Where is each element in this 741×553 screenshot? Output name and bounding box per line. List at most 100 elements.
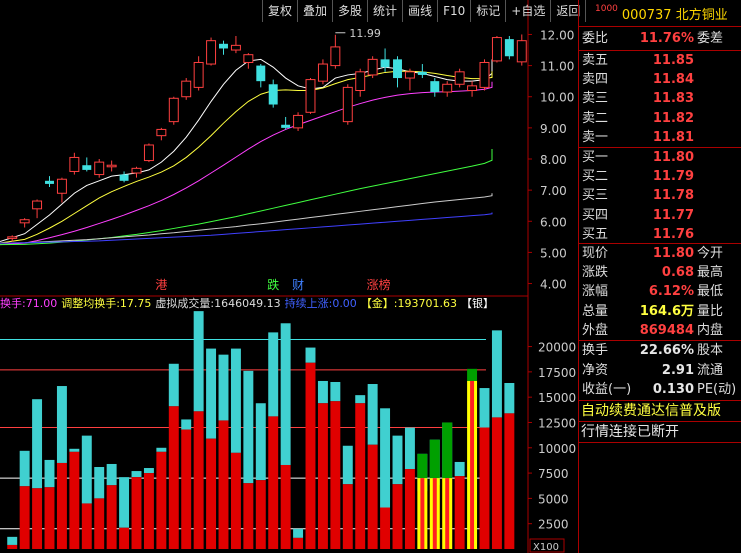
- auto-renew-notice[interactable]: 自动续费通达信普及版: [581, 401, 721, 421]
- overlay-button[interactable]: 叠加: [297, 0, 332, 22]
- volume-bar[interactable]: [156, 451, 167, 549]
- candle[interactable]: [106, 164, 117, 168]
- volume-bar[interactable]: [218, 420, 229, 549]
- volume-bar[interactable]: [454, 476, 465, 549]
- candle[interactable]: [380, 59, 390, 68]
- statistics-button[interactable]: 统计: [367, 0, 402, 22]
- stat-row-4-label: 外盘: [582, 322, 609, 338]
- candle[interactable]: [230, 44, 241, 51]
- volume-bar[interactable]: [230, 452, 241, 549]
- candle[interactable]: [355, 71, 366, 92]
- candle[interactable]: [516, 40, 527, 63]
- volume-bar[interactable]: [193, 411, 204, 549]
- candle[interactable]: [156, 128, 167, 137]
- volume-bar[interactable]: [479, 427, 490, 549]
- candle[interactable]: [219, 43, 228, 49]
- volume-bar[interactable]: [504, 413, 515, 549]
- candle[interactable]: [45, 180, 54, 184]
- candle[interactable]: [342, 86, 353, 123]
- volume-bar[interactable]: [268, 416, 279, 549]
- event-marker[interactable]: 财: [292, 278, 304, 292]
- volume-bar[interactable]: [392, 484, 403, 549]
- candle[interactable]: [119, 174, 129, 181]
- volume-bar[interactable]: [317, 403, 328, 549]
- volume-bar[interactable]: [404, 469, 415, 549]
- candle[interactable]: [243, 54, 254, 63]
- candle[interactable]: [442, 83, 453, 93]
- volume-bar[interactable]: [119, 527, 130, 549]
- candle[interactable]: [479, 61, 490, 88]
- volume-bar[interactable]: [44, 487, 55, 549]
- volume-bar[interactable]: [206, 438, 217, 549]
- candle[interactable]: [69, 156, 80, 172]
- draw-line-button[interactable]: 画线: [402, 0, 437, 22]
- candle[interactable]: [193, 61, 204, 88]
- volume-bar[interactable]: [367, 444, 378, 549]
- event-marker[interactable]: 跌: [267, 277, 279, 292]
- volume-bar[interactable]: [293, 537, 304, 549]
- candle[interactable]: [454, 71, 465, 85]
- candle[interactable]: [256, 65, 266, 82]
- buy-level-3-value: 11.78: [652, 188, 694, 204]
- candle[interactable]: [181, 80, 192, 98]
- stat2-row-2: 收益(一) 0.130 PE(动): [579, 380, 741, 400]
- candle[interactable]: [491, 37, 502, 62]
- volume-bar[interactable]: [7, 544, 18, 549]
- volume-bar[interactable]: [491, 417, 502, 549]
- candle[interactable]: [32, 200, 43, 210]
- volume-bar[interactable]: [56, 462, 67, 549]
- candle[interactable]: [19, 219, 30, 224]
- volume-bar[interactable]: [19, 486, 30, 549]
- mark-button[interactable]: 标记: [470, 0, 505, 22]
- event-marker[interactable]: 涨榜: [367, 277, 391, 292]
- volume-tick-label: 2500: [538, 518, 569, 532]
- candle[interactable]: [305, 79, 316, 113]
- multi-stock-button[interactable]: 多股: [332, 0, 367, 22]
- volume-bar[interactable]: [131, 477, 142, 549]
- volume-bar[interactable]: [355, 403, 366, 549]
- candle[interactable]: [56, 178, 67, 194]
- volume-bar[interactable]: [81, 503, 92, 549]
- candle[interactable]: [206, 40, 217, 65]
- volume-bar[interactable]: [280, 464, 291, 549]
- candle[interactable]: [467, 85, 478, 91]
- f10-button[interactable]: F10: [437, 0, 470, 22]
- volume-bar[interactable]: [181, 429, 192, 549]
- candle[interactable]: [330, 46, 341, 67]
- candle[interactable]: [430, 81, 440, 93]
- candle[interactable]: [131, 167, 142, 174]
- volume-bar[interactable]: [342, 484, 353, 549]
- candle[interactable]: [94, 161, 105, 176]
- restore-rights-button[interactable]: 复权: [262, 0, 297, 22]
- add-favorite-button[interactable]: +自选: [505, 0, 550, 22]
- candle[interactable]: [417, 71, 427, 75]
- candle[interactable]: [293, 114, 304, 129]
- volume-bar[interactable]: [143, 473, 154, 549]
- candle[interactable]: [281, 124, 291, 128]
- candle[interactable]: [7, 236, 18, 239]
- candle[interactable]: [82, 165, 92, 170]
- volume-bar[interactable]: [168, 406, 179, 549]
- volume-bar-top: [193, 311, 204, 412]
- volume-bar[interactable]: [255, 480, 266, 549]
- volume-bar[interactable]: [106, 485, 117, 549]
- candle[interactable]: [268, 84, 278, 105]
- volume-bar[interactable]: [69, 451, 80, 549]
- volume-bar[interactable]: [380, 507, 391, 550]
- candle[interactable]: [143, 144, 154, 162]
- price-volume-chart[interactable]: 11.99 12.00 11.00 10.00 9.00 8.00 7.00 6.00 5.0…: [0, 0, 578, 553]
- candle[interactable]: [367, 58, 378, 76]
- volume-bar[interactable]: [243, 483, 254, 549]
- event-marker[interactable]: 港: [155, 278, 167, 292]
- candle[interactable]: [504, 39, 514, 57]
- candle[interactable]: [393, 59, 402, 79]
- weibi-label: 委比: [582, 31, 609, 46]
- candle[interactable]: [404, 71, 415, 79]
- candle[interactable]: [317, 63, 328, 82]
- volume-bar[interactable]: [305, 362, 316, 549]
- volume-bar[interactable]: [94, 498, 105, 549]
- volume-bar[interactable]: [32, 488, 43, 549]
- stock-terminal-window: { "toolbar": ["复权","叠加","多股","统计","画线","…: [0, 0, 741, 553]
- volume-bar[interactable]: [330, 401, 341, 549]
- candle[interactable]: [168, 97, 179, 123]
